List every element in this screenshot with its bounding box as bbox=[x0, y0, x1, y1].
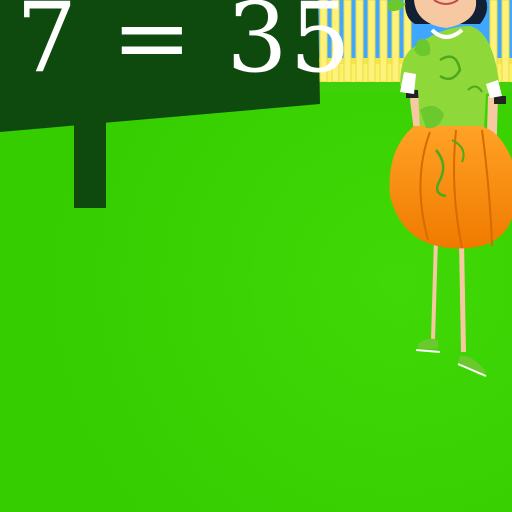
game-scene bbox=[0, 0, 512, 512]
